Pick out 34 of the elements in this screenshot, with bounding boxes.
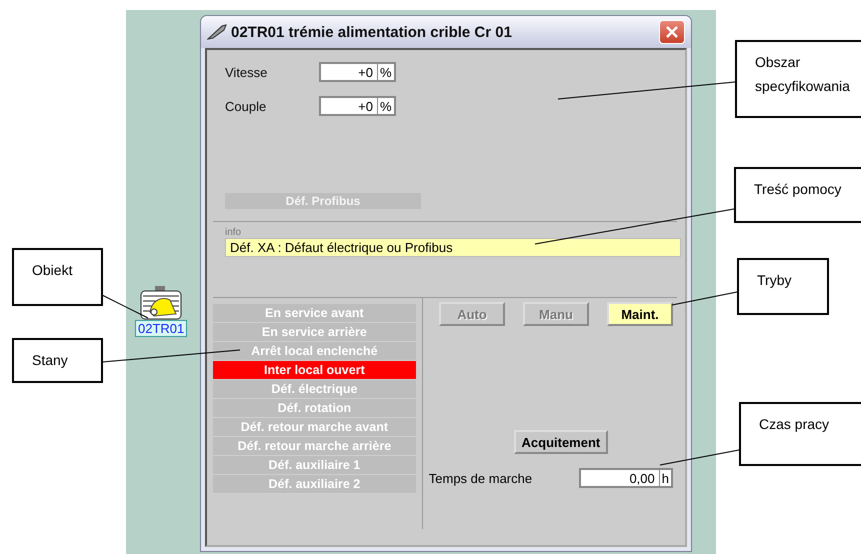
state-indicator: Arrêt local enclenché [213, 342, 416, 361]
callout-note: Tryby [737, 258, 829, 315]
value-field[interactable]: +0 % [319, 62, 396, 82]
state-indicator: Déf. retour marche avant [213, 418, 416, 437]
window-title: 02TR01 trémie alimentation crible Cr 01 [231, 24, 513, 40]
info-label: info [225, 228, 242, 238]
callout-note: Treść pomocy [734, 167, 861, 223]
callout-note: Stany [12, 338, 103, 383]
callout-note: Czas pracy [739, 402, 861, 466]
cone-icon [207, 24, 227, 40]
runtime-label: Temps de marche [428, 470, 534, 486]
leader-line [102, 294, 148, 318]
callout-note: Obszar specyfikowania [735, 40, 861, 118]
state-indicator: Déf. auxiliaire 2 [213, 475, 416, 494]
state-indicator: Déf. retour marche arrière [213, 437, 416, 456]
state-indicator: Déf. électrique [213, 380, 416, 399]
motor-icon [140, 286, 182, 320]
close-icon [665, 25, 679, 39]
callout-note: Obiekt [12, 248, 103, 306]
object-label[interactable]: 02TR01 [135, 320, 188, 337]
state-indicator: Inter local ouvert [213, 361, 416, 380]
info-message: Déf. XA : Défaut électrique ou Profibus [225, 238, 681, 257]
field-label: Vitesse [225, 64, 268, 80]
acknowledge-button[interactable]: Acquitement [514, 430, 608, 454]
leader-line [672, 292, 738, 306]
runtime-field[interactable]: 0,00 h [578, 468, 673, 488]
state-indicator: En service avant [213, 304, 416, 323]
mode-button[interactable]: Maint. [607, 302, 673, 326]
close-button[interactable] [659, 20, 685, 44]
state-indicator: Déf. rotation [213, 399, 416, 418]
state-indicator: Déf. auxiliaire 1 [213, 456, 416, 475]
value-field[interactable]: +0 % [319, 96, 396, 116]
state-indicator: En service arrière [213, 323, 416, 342]
field-label: Couple [225, 98, 268, 114]
